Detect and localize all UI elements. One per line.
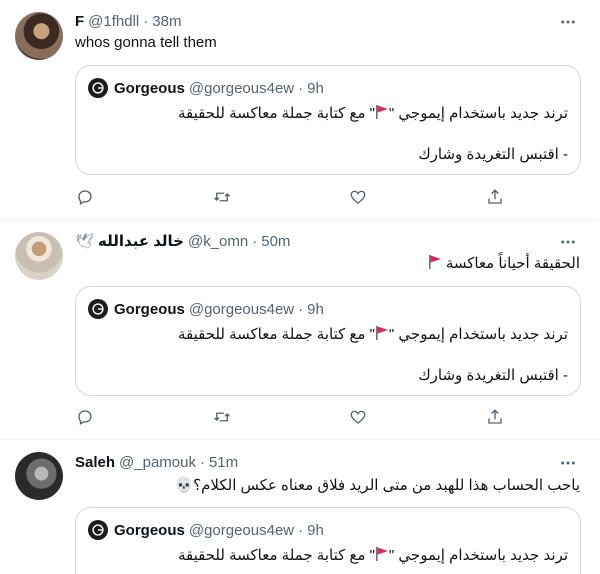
quoted-display-name: Gorgeous (114, 521, 185, 539)
quoted-user-handle: @gorgeous4ew (188, 300, 295, 318)
quoted-text-line: ترند جديد باستخدام إيموجي " " مع كتابة جم… (178, 325, 568, 347)
tweet-text-content: الحقيقة أحياناً معاكسة (445, 255, 580, 272)
share-icon[interactable] (485, 187, 505, 207)
red-flag-icon (375, 325, 389, 347)
separator-dot: · (298, 79, 304, 97)
reply-icon[interactable] (75, 187, 95, 207)
quoted-text-part: ترند جديد باستخدام إيموجي " (388, 105, 568, 122)
user-handle[interactable]: @_pamouk (119, 454, 196, 471)
skull-emoji: 💀 (174, 477, 194, 494)
dove-emoji: 🕊 (75, 233, 95, 250)
tweet-actions (75, 187, 505, 207)
quoted-user-handle: @gorgeous4ew (188, 79, 295, 97)
quoted-tweet[interactable]: Gorgeous @gorgeous4ew · 9h ترند جديد باس… (75, 65, 581, 175)
quoted-text-line: ترند جديد باستخدام إيموجي " " مع كتابة جم… (178, 104, 568, 126)
tweet-header: Saleh @_pamouk · 51m (75, 452, 238, 472)
tweet-text: whos gonna tell them (75, 34, 217, 51)
quoted-tweet-header: Gorgeous @gorgeous4ew · 9h (88, 299, 324, 319)
more-icon[interactable] (558, 453, 578, 473)
avatar[interactable] (15, 452, 63, 500)
quoted-text-part: " مع كتابة جملة معاكسة للحقيقة (177, 326, 375, 343)
separator-dot: · (199, 453, 205, 471)
red-flag-icon (375, 546, 389, 568)
timestamp[interactable]: 51m (209, 454, 238, 471)
quoted-text-line: - اقتبس التغريدة وشارك (418, 367, 568, 384)
like-icon[interactable] (348, 407, 368, 427)
tweet[interactable]: Saleh @_pamouk · 51m ياحب الحساب هذا لله… (0, 440, 598, 574)
like-icon[interactable] (348, 187, 368, 207)
more-icon[interactable] (558, 12, 578, 32)
quoted-text-line: - اقتبس التغريدة وشارك (418, 146, 568, 163)
red-flag-icon (428, 254, 442, 276)
share-icon[interactable] (485, 407, 505, 427)
quoted-display-name: Gorgeous (114, 79, 185, 97)
avatar[interactable] (15, 232, 63, 280)
separator-dot: · (298, 300, 304, 318)
more-icon[interactable] (558, 232, 578, 252)
quoted-timestamp: 9h (307, 521, 324, 539)
tweet-text: ياحب الحساب هذا للهبد من متى الريد فلاق … (75, 476, 580, 496)
tweet-header: 🕊 خالد عبدالله @k_omn · 50m (75, 231, 290, 251)
quoted-text-part: " مع كتابة جملة معاكسة للحقيقة (177, 547, 375, 564)
tweet-actions (75, 407, 505, 427)
quoted-tweet-header: Gorgeous @gorgeous4ew · 9h (88, 78, 324, 98)
reply-icon[interactable] (75, 407, 95, 427)
avatar[interactable] (15, 12, 63, 60)
tweet-header: F @1fhdll · 38m (75, 11, 181, 31)
quoted-tweet-header: Gorgeous @gorgeous4ew · 9h (88, 520, 324, 540)
quoted-user-handle: @gorgeous4ew (188, 521, 295, 539)
user-handle[interactable]: @k_omn (188, 233, 248, 250)
quoted-text-line: ترند جديد باستخدام إيموجي " " مع كتابة جم… (178, 546, 568, 568)
display-name[interactable]: Saleh (75, 454, 115, 471)
red-flag-icon (375, 104, 389, 126)
tweet-text: الحقيقة أحياناً معاكسة (75, 254, 580, 276)
separator-dot: · (252, 232, 258, 250)
retweet-icon[interactable] (212, 187, 232, 207)
quoted-avatar (88, 520, 108, 540)
separator-dot: · (143, 12, 149, 30)
quoted-text-part: ترند جديد باستخدام إيموجي " (388, 547, 568, 564)
quoted-avatar (88, 78, 108, 98)
quoted-timestamp: 9h (307, 300, 324, 318)
timestamp[interactable]: 38m (152, 13, 181, 30)
user-handle[interactable]: @1fhdll (88, 13, 139, 30)
tweet[interactable]: F @1fhdll · 38m whos gonna tell them Gor… (0, 0, 598, 220)
timestamp[interactable]: 50m (261, 233, 290, 250)
display-name[interactable]: F (75, 13, 84, 30)
tweet[interactable]: 🕊 خالد عبدالله @k_omn · 50m الحقيقة أحيا… (0, 220, 598, 440)
quoted-tweet[interactable]: Gorgeous @gorgeous4ew · 9h ترند جديد باس… (75, 286, 581, 396)
quoted-timestamp: 9h (307, 79, 324, 97)
display-name[interactable]: خالد عبدالله (98, 232, 184, 250)
tweet-text-content: ياحب الحساب هذا للهبد من متى الريد فلاق … (193, 477, 580, 494)
separator-dot: · (298, 521, 304, 539)
quoted-display-name: Gorgeous (114, 300, 185, 318)
quoted-tweet[interactable]: Gorgeous @gorgeous4ew · 9h ترند جديد باس… (75, 507, 581, 574)
quoted-text-part: ترند جديد باستخدام إيموجي " (388, 326, 568, 343)
quoted-text-part: " مع كتابة جملة معاكسة للحقيقة (177, 105, 375, 122)
retweet-icon[interactable] (212, 407, 232, 427)
quoted-avatar (88, 299, 108, 319)
